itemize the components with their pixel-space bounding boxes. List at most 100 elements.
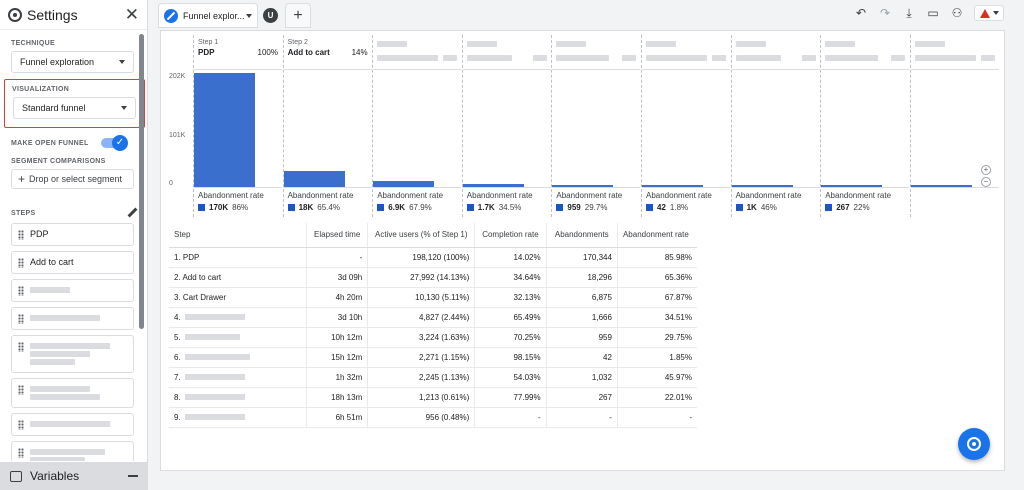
cell-text: 10h 12m (331, 332, 363, 342)
funnel-step-column[interactable]: Abandonment rate 267 22% (820, 35, 910, 217)
table-row[interactable]: 7. 1h 32m 2,245 (1.13%) 54.03% 1,032 45.97% (169, 367, 697, 388)
step-label: PDP (30, 229, 49, 239)
funnel-bar[interactable] (283, 170, 345, 187)
cell-text: 6h 51m (335, 412, 363, 422)
avatar[interactable]: U (263, 8, 278, 23)
step-item[interactable] (11, 378, 134, 408)
download-icon[interactable]: ⤓ (902, 6, 916, 20)
cell-text: 959 (598, 332, 612, 342)
step-header: Step 1 PDP 100% (194, 35, 282, 70)
drag-handle-icon[interactable] (18, 314, 24, 324)
redacted-text (556, 55, 610, 61)
cell-text: 29.75% (664, 332, 692, 342)
segment-comparisons-label: SEGMENT COMPARISONS (11, 158, 106, 165)
add-to-folder-icon[interactable]: ▭ (926, 6, 940, 20)
collapse-icon[interactable] (128, 475, 138, 477)
funnel-bar[interactable] (821, 185, 883, 187)
drag-handle-icon[interactable] (18, 258, 24, 268)
table-row[interactable]: 8. 18h 13m 1,213 (0.61%) 77.99% 267 22.01% (169, 387, 697, 408)
table-row[interactable]: 2. Add to cart 3d 09h 27,992 (14.13%) 34.64… (169, 267, 697, 288)
drag-handle-icon[interactable] (18, 342, 24, 352)
funnel-step-column[interactable]: Abandonment rate 1K 46% (730, 35, 820, 217)
table-row[interactable]: 4. 3d 10h 4,827 (2.44%) 65.49% 1,666 34.51% (169, 307, 697, 328)
zoom-out-icon[interactable]: − (981, 177, 991, 187)
funnel-step-column[interactable]: Step 2 Add to cart 14% Abandonment rate … (282, 35, 372, 217)
table-body: 1. PDP - 198,120 (100%) 14.02% 170,344 85.98%… (169, 247, 697, 428)
open-funnel-toggle[interactable]: ✓ (101, 135, 128, 151)
edit-icon[interactable] (127, 208, 137, 218)
technique-select[interactable]: Funnel exploration (11, 51, 134, 73)
cell-text: 34.51% (664, 312, 692, 322)
undo-icon[interactable]: ↶ (854, 6, 868, 20)
drag-handle-icon[interactable] (18, 448, 24, 458)
table-row[interactable]: 9. 6h 51m 956 (0.48%) - - - (169, 407, 697, 428)
chevron-down-icon[interactable] (246, 13, 252, 18)
table-row[interactable]: 5. 10h 12m 3,224 (1.63%) 70.25% 959 29.75% (169, 327, 697, 348)
y-tick: 202K (169, 73, 186, 80)
warning-button[interactable] (974, 5, 1004, 21)
table-row[interactable]: 6. 15h 12m 2,271 (1.15%) 98.15% 42 1.85% (169, 347, 697, 368)
column-header[interactable]: Active users (% of Step 1) (367, 223, 476, 248)
funnel-bar[interactable] (462, 184, 524, 187)
table-cell: 3. Cart Drawer (169, 287, 308, 308)
step-number: Step 2 (287, 39, 308, 46)
step-item[interactable] (11, 413, 134, 436)
column-header[interactable]: Step (169, 223, 308, 248)
visualization-label: VISUALIZATION (12, 86, 70, 93)
tab-funnel-exploration[interactable]: Funnel explor... (158, 3, 258, 28)
table-row[interactable]: 3. Cart Drawer 4h 20m 10,130 (5.11%) 32.13%… (169, 287, 697, 308)
visualization-select[interactable]: Standard funnel (13, 97, 136, 119)
step-item[interactable]: PDP (11, 223, 134, 246)
abandonment-count: 1.7K (477, 203, 495, 212)
settings-scrollbar[interactable] (139, 34, 144, 329)
close-icon[interactable]: ✕ (125, 6, 139, 23)
column-header[interactable]: Abandonments (546, 223, 618, 248)
table-cell: 29.75% (617, 327, 697, 348)
step-item[interactable] (11, 441, 134, 461)
funnel-step-column[interactable]: Abandonment rate 1.7K 34.5% (461, 35, 551, 217)
funnel-step-column[interactable]: Abandonment rate 42 1.8% (641, 35, 730, 217)
cell-text: 4. (174, 312, 181, 322)
table-cell: 98.15% (474, 347, 547, 368)
insights-button[interactable] (958, 428, 990, 460)
drag-handle-icon[interactable] (18, 420, 24, 430)
variables-bar[interactable]: Variables (0, 462, 148, 490)
table-cell: 6,875 (546, 287, 618, 308)
zoom-in-icon[interactable]: + (981, 165, 991, 175)
cell-text: 2. Add to cart (174, 272, 222, 282)
funnel-step-column[interactable]: Step 1 PDP 100% Abandonment rate 170K 86… (193, 35, 282, 217)
cell-text: 1h 32m (335, 372, 363, 382)
step-header (462, 35, 551, 70)
table-cell: 1,666 (546, 307, 618, 328)
step-item[interactable] (11, 279, 134, 302)
drag-handle-icon[interactable] (18, 286, 24, 296)
table-cell: 4. (169, 307, 308, 328)
add-tab-button[interactable]: + (285, 3, 311, 28)
column-header[interactable]: Completion rate (474, 223, 547, 248)
step-item[interactable] (11, 335, 134, 373)
legend-swatch (466, 204, 474, 211)
toolbar: ↶ ↷ ⤓ ▭ ⚇ (854, 5, 1004, 21)
drag-handle-icon[interactable] (18, 230, 24, 240)
column-header[interactable]: Elapsed time (306, 223, 369, 248)
step-item[interactable] (11, 307, 134, 330)
cell-text: 14.02% (513, 252, 541, 262)
share-icon[interactable]: ⚇ (950, 6, 964, 20)
funnel-step-column[interactable] (909, 35, 999, 217)
funnel-bar[interactable] (731, 185, 793, 187)
cell-text: 70.25% (513, 332, 541, 342)
funnel-bar[interactable] (552, 185, 614, 187)
redo-icon[interactable]: ↷ (878, 6, 892, 20)
table-row[interactable]: 1. PDP - 198,120 (100%) 14.02% 170,344 85.98% (169, 247, 697, 268)
step-item[interactable]: Add to cart (11, 251, 134, 274)
funnel-step-column[interactable]: Abandonment rate 959 29.7% (551, 35, 641, 217)
funnel-bar[interactable] (642, 185, 703, 187)
funnel-bar[interactable] (910, 185, 972, 187)
abandonment-summary: Abandonment rate 959 29.7% (552, 188, 640, 212)
funnel-bar[interactable] (373, 181, 435, 187)
column-header[interactable]: Abandonment rate (617, 223, 697, 248)
funnel-bar[interactable] (194, 73, 255, 187)
add-segment-button[interactable]: + Drop or select segment (11, 169, 134, 189)
funnel-step-column[interactable]: Abandonment rate 6.9K 67.9% (372, 35, 462, 217)
drag-handle-icon[interactable] (18, 385, 24, 395)
